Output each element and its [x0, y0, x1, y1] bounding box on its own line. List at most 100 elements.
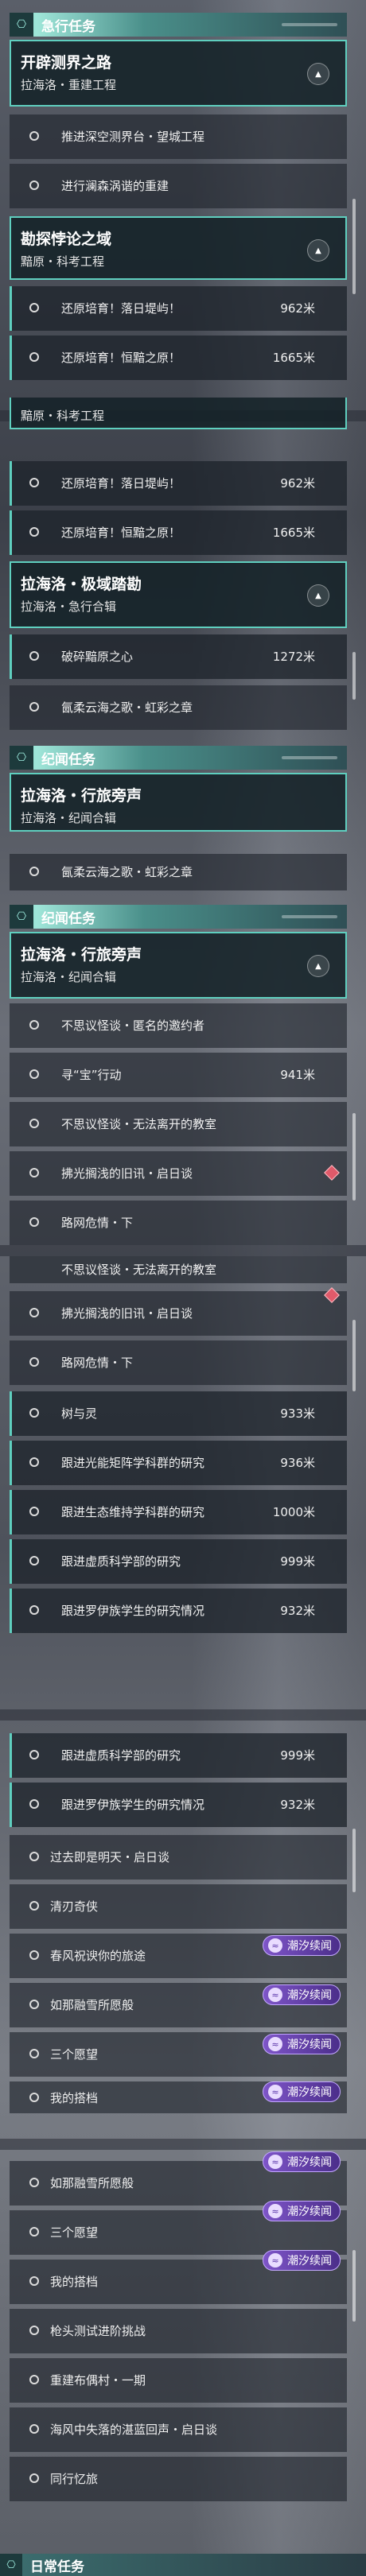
- quest-row[interactable]: 同行忆旅: [10, 2457, 347, 2501]
- quest-distance: 933米: [280, 1406, 315, 1421]
- chevron-up-icon[interactable]: ▲: [307, 584, 329, 607]
- chevron-up-icon[interactable]: ▲: [307, 239, 329, 262]
- circle-icon: [29, 131, 39, 141]
- quest-row[interactable]: 还原培育！落日堤屿！ 962米: [10, 286, 347, 331]
- tide-icon: ≈: [268, 2204, 282, 2218]
- circle-icon: [29, 2227, 39, 2237]
- quest-name: 如那融雪所愿般: [50, 1998, 134, 2012]
- quest-row[interactable]: 不思议怪谈・匿名的邀约者: [10, 1003, 347, 1048]
- quest-row[interactable]: 寻“宝”行动 941米: [10, 1053, 347, 1097]
- quest-row[interactable]: 如那融雪所愿般 ≈ 潮汐续闻: [10, 2151, 347, 2206]
- tide-badge: ≈ 潮汐续闻: [263, 2201, 341, 2221]
- quest-row[interactable]: 拂光搁浅的旧讯・启日谈: [10, 1287, 347, 1336]
- tide-badge: ≈ 潮汐续闻: [263, 2250, 341, 2271]
- quest-row[interactable]: 路网危情・下: [10, 1201, 347, 1245]
- category-side[interactable]: ⎔ 纪闻任务: [10, 746, 347, 770]
- quest-name: 跟进光能矩阵学科群的研究: [61, 1456, 205, 1470]
- quest-row[interactable]: 三个愿望 ≈ 潮汐续闻: [10, 2032, 347, 2077]
- quest-row[interactable]: 还原培育！恒黯之原！ 1665米: [10, 336, 347, 380]
- quest-row[interactable]: 过去即是明天・启日谈: [10, 1835, 347, 1880]
- circle-icon: [29, 478, 39, 487]
- quest-row[interactable]: 清刃奇侠: [10, 1884, 347, 1929]
- quest-group-g1[interactable]: 开辟测界之路 拉海洛・重建工程 ▲: [10, 40, 347, 107]
- quest-row[interactable]: 破碎黯原之心 1272米: [10, 634, 347, 679]
- quest-row[interactable]: 还原培育！恒黯之原！ 1665米: [10, 510, 347, 555]
- quest-row[interactable]: 三个愿望 ≈ 潮汐续闻: [10, 2201, 347, 2255]
- quest-row[interactable]: 氤柔云海之歌・虹彩之章: [10, 685, 347, 730]
- quest-row[interactable]: 重建布偶村・一期: [10, 2358, 347, 2403]
- chevron-up-icon[interactable]: ▲: [307, 955, 329, 977]
- quest-row[interactable]: 我的搭档 ≈ 潮汐续闻: [10, 2250, 347, 2304]
- category-decoration: [282, 23, 337, 26]
- circle-icon: [29, 1357, 39, 1367]
- map-icon: ⎔: [10, 746, 33, 770]
- circle-icon: [29, 651, 39, 661]
- quest-name: 不思议怪谈・无法离开的教室: [61, 1117, 217, 1131]
- quest-row[interactable]: 枪头测试进阶挑战: [10, 2309, 347, 2353]
- group-subtitle: 黯原・科考工程: [21, 409, 105, 423]
- quest-row[interactable]: 不思议怪谈・无法离开的教室: [10, 1256, 347, 1283]
- quest-row[interactable]: 春风祝谀你的旅途 ≈ 潮汐续闻: [10, 1934, 347, 1978]
- quest-name: 路网危情・下: [61, 1356, 134, 1370]
- quest-group-g4[interactable]: 拉海洛・行旅旁声 拉海洛・纪闻合辑: [10, 773, 347, 832]
- circle-icon: [29, 1799, 39, 1809]
- circle-icon: [29, 1020, 39, 1030]
- quest-row[interactable]: 拂光搁浅的旧讯・启日谈: [10, 1151, 347, 1196]
- circle-icon: [29, 2049, 39, 2058]
- scrollbar-thumb[interactable]: [352, 1113, 356, 1201]
- quest-row[interactable]: 氤柔云海之歌・虹彩之章: [10, 854, 347, 890]
- quest-name: 三个愿望: [50, 2047, 99, 2062]
- scrollbar-thumb[interactable]: [352, 1829, 356, 1892]
- circle-icon: [29, 2178, 39, 2187]
- quest-group-g2b[interactable]: 黯原・科考工程: [10, 398, 347, 429]
- scrollbar-thumb[interactable]: [352, 2250, 356, 2322]
- quest-row[interactable]: 跟进光能矩阵学科群的研究 936米: [10, 1441, 347, 1485]
- tide-badge: ≈ 潮汐续闻: [263, 2034, 341, 2054]
- quest-row[interactable]: 还原培育！落日堤屿！ 962米: [10, 461, 347, 506]
- scrollbar-thumb[interactable]: [352, 1320, 356, 1391]
- chevron-up-icon[interactable]: ▲: [307, 63, 329, 85]
- circle-icon: [29, 2000, 39, 2009]
- circle-icon: [29, 1308, 39, 1317]
- quest-name: 春风祝谀你的旅途: [50, 1949, 146, 1963]
- circle-icon: [29, 1069, 39, 1079]
- quest-row[interactable]: 跟进虚质科学部的研究 999米: [10, 1733, 347, 1778]
- quest-row[interactable]: 路网危情・下: [10, 1340, 347, 1385]
- circle-icon: [29, 1119, 39, 1128]
- circle-icon: [29, 2276, 39, 2286]
- screenshot-seam: [0, 1709, 366, 1721]
- badge-label: 潮汐续闻: [287, 1940, 332, 1953]
- group-subtitle: 拉海洛・纪闻合辑: [21, 811, 117, 825]
- quest-row[interactable]: 跟进罗伊族学生的研究情况 932米: [10, 1783, 347, 1827]
- quest-row[interactable]: 进行澜森涡谐的重建: [10, 164, 347, 208]
- quest-distance: 999米: [280, 1748, 315, 1763]
- category-urgent[interactable]: ⎔ 急行任务: [10, 13, 347, 37]
- circle-icon: [29, 1457, 39, 1467]
- group-title: 拉海洛・行旅旁声: [21, 787, 142, 805]
- category-side[interactable]: ⎔ 纪闻任务: [10, 905, 347, 929]
- tide-icon: ≈: [268, 2037, 282, 2051]
- quest-group-g2[interactable]: 勘探悖论之域 黯原・科考工程 ▲: [10, 216, 347, 280]
- quest-name: 同行忆旅: [50, 2472, 99, 2486]
- quest-row[interactable]: 不思议怪谈・无法离开的教室: [10, 1102, 347, 1146]
- quest-row[interactable]: 跟进生态维持学科群的研究 1000米: [10, 1490, 347, 1534]
- quest-row[interactable]: 推进深空测界台・望城工程: [10, 114, 347, 159]
- quest-group-g3[interactable]: 拉海洛・极域踏勘 拉海洛・急行合辑 ▲: [10, 561, 347, 628]
- tide-icon: ≈: [268, 2085, 282, 2099]
- tide-badge: ≈ 潮汐续闻: [263, 1935, 341, 1956]
- map-icon: ⎔: [10, 13, 33, 37]
- scrollbar-thumb[interactable]: [352, 199, 356, 294]
- quest-distance: 962米: [280, 476, 315, 491]
- quest-row[interactable]: 跟进虚质科学部的研究 999米: [10, 1539, 347, 1584]
- circle-icon: [29, 1852, 39, 1861]
- quest-name: 跟进罗伊族学生的研究情况: [61, 1798, 205, 1812]
- quest-group-g5[interactable]: 拉海洛・行旅旁声 拉海洛・纪闻合辑 ▲: [10, 932, 347, 999]
- quest-row[interactable]: 树与灵 933米: [10, 1391, 347, 1436]
- quest-row[interactable]: 如那融雪所愿般 ≈ 潮汐续闻: [10, 1983, 347, 2027]
- quest-name: 氤柔云海之歌・虹彩之章: [61, 865, 193, 879]
- scrollbar-thumb[interactable]: [352, 652, 356, 700]
- quest-row[interactable]: 我的搭档 ≈ 潮汐续闻: [10, 2081, 347, 2113]
- quest-row[interactable]: 海风中失落的湛蓝回声・启日谈: [10, 2407, 347, 2452]
- quest-row[interactable]: 跟进罗伊族学生的研究情况 932米: [10, 1589, 347, 1633]
- category-daily[interactable]: ⎔ 日常任务: [0, 2554, 366, 2576]
